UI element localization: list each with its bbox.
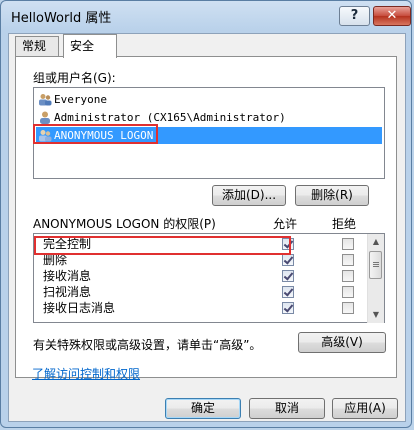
advanced-button[interactable]: 高级(V): [298, 332, 386, 353]
allow-header: 允许: [273, 217, 298, 231]
deny-checkbox[interactable]: [342, 302, 354, 314]
title-bar[interactable]: HelloWorld 属性 ? ✕: [1, 1, 411, 31]
permission-row: 扫视消息: [34, 285, 368, 300]
apply-button[interactable]: 应用(A): [332, 398, 398, 419]
permission-row: 接收消息: [34, 269, 368, 284]
permissions-list[interactable]: 完全控制 删除 接收消息 扫视消息 接收日志消息 ▲ ▼: [33, 233, 385, 323]
group-icon: [39, 94, 52, 106]
permission-name: 完全控制: [43, 237, 92, 251]
permission-row: 删除: [34, 253, 368, 268]
permissions-scrollbar[interactable]: ▲ ▼: [367, 234, 384, 323]
permission-name: 扫视消息: [43, 285, 92, 299]
allow-checkbox[interactable]: [282, 286, 294, 298]
list-item-label: Administrator (CX165\Administrator): [54, 111, 286, 124]
users-listbox[interactable]: Everyone Administrator (CX165\Administra…: [33, 87, 385, 179]
allow-checkbox[interactable]: [282, 302, 294, 314]
allow-checkbox[interactable]: [282, 254, 294, 266]
close-button[interactable]: ✕: [373, 6, 411, 26]
security-tab-page: 组或用户名(G): Everyone Administrator (CX165\…: [15, 56, 397, 378]
window-title: HelloWorld 属性: [11, 11, 112, 26]
properties-dialog: HelloWorld 属性 ? ✕ 常规 安全 组或用户名(G): Everyo…: [0, 0, 412, 428]
help-button[interactable]: ?: [339, 6, 370, 26]
allow-checkbox[interactable]: [282, 270, 294, 282]
scroll-thumb[interactable]: [369, 251, 382, 279]
list-item-anonymous-logon[interactable]: ANONYMOUS LOGON: [36, 127, 382, 144]
ok-button[interactable]: 确定: [165, 398, 241, 419]
permission-name: 接收日志消息: [43, 301, 116, 315]
group-icon: [39, 130, 52, 142]
deny-checkbox[interactable]: [342, 270, 354, 282]
advanced-hint-text: 有关特殊权限或高级设置，请单击“高级”。: [33, 338, 262, 352]
permission-row: 接收日志消息: [34, 301, 368, 316]
deny-checkbox[interactable]: [342, 286, 354, 298]
list-item-everyone[interactable]: Everyone: [36, 91, 382, 108]
permission-name: 删除: [43, 253, 68, 267]
scroll-down-arrow-icon[interactable]: ▼: [368, 307, 384, 323]
cancel-button[interactable]: 取消: [249, 398, 325, 419]
deny-checkbox[interactable]: [342, 254, 354, 266]
add-button[interactable]: 添加(D)...: [212, 185, 286, 206]
scroll-up-arrow-icon[interactable]: ▲: [368, 234, 384, 250]
deny-header: 拒绝: [332, 217, 357, 231]
permissions-title: ANONYMOUS LOGON 的权限(P): [33, 217, 216, 231]
user-icon: [40, 111, 50, 124]
permission-row: 完全控制: [34, 237, 368, 252]
groups-label: 组或用户名(G):: [33, 71, 116, 85]
access-control-help-link[interactable]: 了解访问控制和权限: [32, 365, 140, 382]
list-item-label: Everyone: [54, 93, 107, 106]
list-item-label: ANONYMOUS LOGON: [54, 129, 154, 142]
dialog-body: 常规 安全 组或用户名(G): Everyone Administrator (…: [8, 33, 406, 422]
tab-security[interactable]: 安全: [63, 34, 117, 58]
tab-general[interactable]: 常规: [15, 36, 59, 56]
allow-checkbox[interactable]: [282, 238, 294, 250]
list-item-administrator[interactable]: Administrator (CX165\Administrator): [36, 109, 382, 126]
deny-checkbox[interactable]: [342, 238, 354, 250]
permission-name: 接收消息: [43, 269, 92, 283]
remove-button[interactable]: 删除(R): [295, 185, 369, 206]
